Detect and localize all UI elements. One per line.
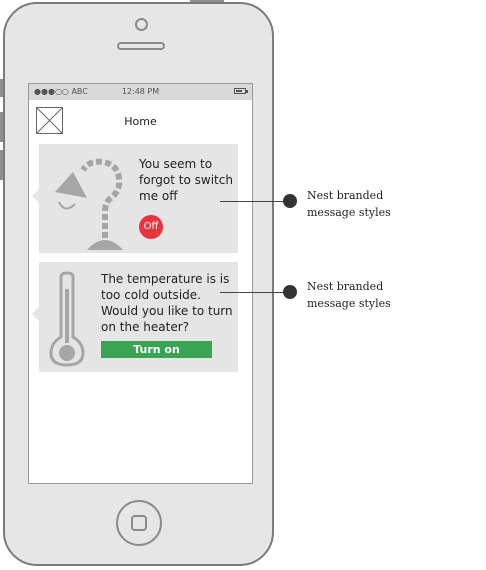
power-button bbox=[190, 0, 224, 2]
speaker-grille bbox=[117, 42, 165, 50]
lamp-icon bbox=[55, 158, 123, 250]
annotation-1-line2: message styles bbox=[307, 206, 391, 219]
callout-line-2 bbox=[220, 292, 286, 293]
temperature-message: The temperature is is too cold outside. … bbox=[101, 272, 233, 334]
status-time: 12:48 PM bbox=[121, 87, 160, 96]
home-square-icon bbox=[131, 515, 147, 531]
volume-up-button bbox=[0, 112, 3, 142]
callout-dot-2 bbox=[283, 285, 297, 299]
page-title: Home bbox=[124, 115, 157, 128]
off-button[interactable]: Off bbox=[139, 215, 163, 239]
callout-line-1 bbox=[220, 201, 286, 202]
battery-icon bbox=[234, 88, 248, 94]
home-button[interactable] bbox=[116, 500, 162, 546]
annotation-1-line1: Nest branded bbox=[307, 189, 384, 202]
phone-frame: ●●●○○ ABC 12:48 PM Home You seem to forg… bbox=[0, 0, 274, 566]
status-bar: ●●●○○ ABC 12:48 PM bbox=[29, 84, 252, 100]
turn-on-button[interactable]: Turn on bbox=[101, 341, 212, 358]
lamp-message: You seem to forgot to switch me off bbox=[139, 157, 233, 203]
annotation-2-line1: Nest branded bbox=[307, 280, 384, 293]
phone-screen: ●●●○○ ABC 12:48 PM Home You seem to forg… bbox=[28, 83, 253, 484]
mute-switch bbox=[0, 79, 3, 97]
thermometer-icon bbox=[49, 271, 85, 367]
annotation-2-line2: message styles bbox=[307, 297, 391, 310]
front-camera bbox=[135, 18, 148, 31]
annotation-label-1: Nest branded message styles bbox=[307, 187, 391, 221]
annotation-label-2: Nest branded message styles bbox=[307, 278, 391, 312]
message-card-temperature: The temperature is is too cold outside. … bbox=[32, 262, 238, 372]
volume-down-button bbox=[0, 150, 3, 180]
message-card-lamp: You seem to forgot to switch me off Off bbox=[32, 144, 238, 253]
callout-dot-1 bbox=[283, 194, 297, 208]
